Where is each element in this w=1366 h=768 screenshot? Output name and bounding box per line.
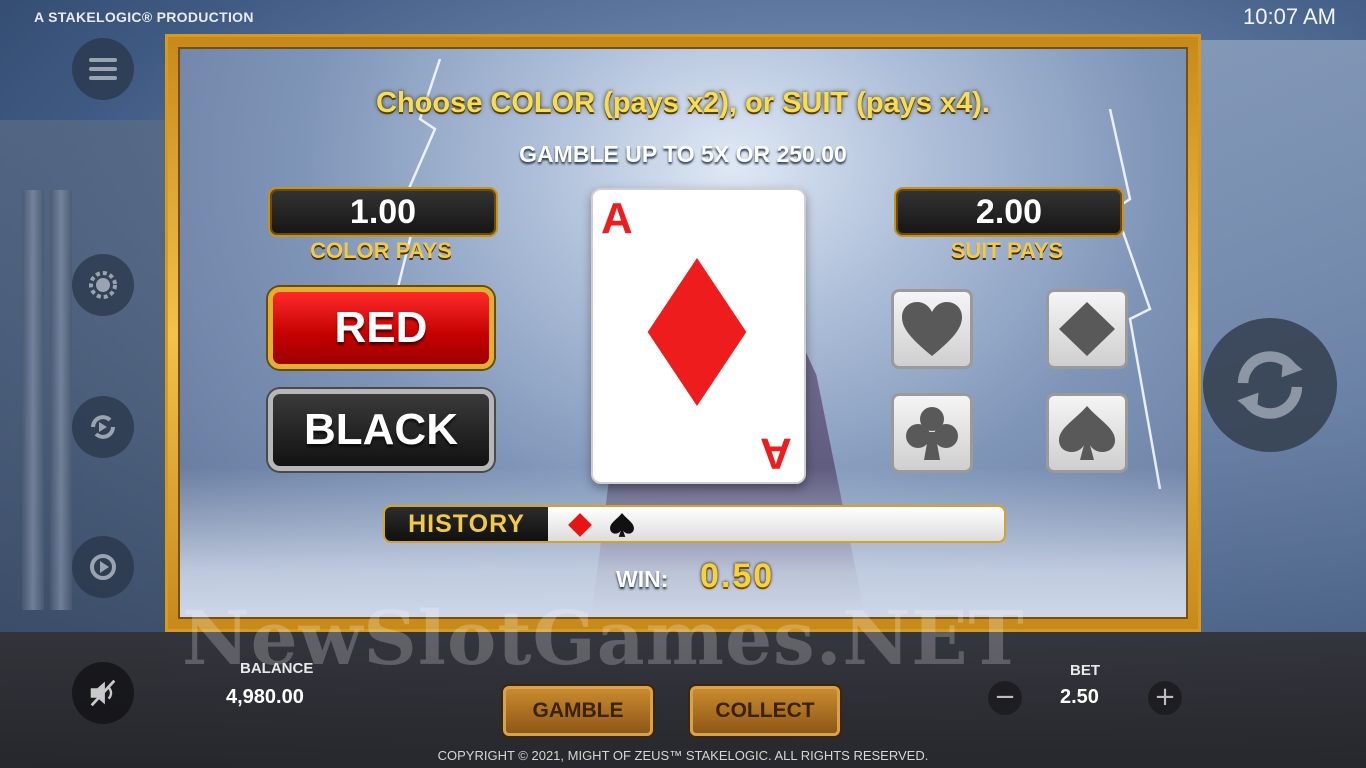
bet-label: BET	[1070, 662, 1100, 679]
diamond-icon	[1059, 302, 1115, 356]
settings-button[interactable]	[72, 254, 134, 316]
sound-toggle-button[interactable]	[72, 662, 134, 724]
heart-button[interactable]	[891, 289, 973, 369]
bet-decrease-button[interactable]: −	[988, 681, 1022, 715]
balance-label: BALANCE	[240, 660, 314, 677]
gamble-panel: Choose COLOR (pays x2), or SUIT (pays x4…	[165, 34, 1201, 632]
menu-button[interactable]	[72, 38, 134, 100]
club-button[interactable]	[891, 393, 973, 473]
hamburger-icon	[89, 58, 117, 80]
history-spade-icon	[610, 513, 634, 537]
suit-pays-label: SUIT PAYS	[950, 238, 1064, 263]
background-column	[22, 190, 44, 610]
gamble-panel-inner: Choose COLOR (pays x2), or SUIT (pays x4…	[178, 47, 1188, 619]
history-diamond-icon	[568, 513, 592, 537]
win-label: WIN:	[616, 566, 669, 592]
copyright-text: COPYRIGHT © 2021, MIGHT OF ZEUS™ STAKELO…	[437, 748, 929, 763]
history-label: HISTORY	[385, 507, 548, 541]
color-pays-value: 1.00	[268, 187, 498, 237]
balance-value: 4,980.00	[226, 686, 304, 708]
club-icon	[906, 407, 958, 460]
red-button[interactable]: RED	[268, 287, 494, 369]
collect-button[interactable]: COLLECT	[690, 686, 840, 736]
gamble-instructions: Choose COLOR (pays x2), or SUIT (pays x4…	[376, 87, 990, 119]
gamble-card: A A	[591, 188, 806, 484]
gear-icon	[89, 271, 117, 299]
card-rank-top: A	[601, 194, 633, 243]
diamond-icon	[647, 258, 747, 406]
spade-icon	[1059, 406, 1115, 460]
diamond-button[interactable]	[1046, 289, 1128, 369]
spade-button[interactable]	[1046, 393, 1128, 473]
autoplay-button[interactable]	[72, 396, 134, 458]
autoplay-icon	[91, 415, 115, 439]
brand-label: A STAKELOGIC® PRODUCTION	[34, 9, 254, 25]
color-pays-label: COLOR PAYS	[310, 238, 452, 263]
bet-value: 2.50	[1060, 686, 1099, 708]
play-circle-icon	[90, 554, 116, 580]
suit-pays-value: 2.00	[894, 187, 1124, 237]
turbo-button[interactable]	[72, 536, 134, 598]
background-column	[50, 190, 72, 610]
history-bar: HISTORY	[383, 505, 1006, 543]
win-amount: 0.50	[700, 557, 775, 595]
black-button[interactable]: BLACK	[268, 389, 494, 471]
speaker-muted-icon	[90, 679, 116, 707]
card-rank-bottom: A	[760, 429, 792, 478]
clock: 10:07 AM	[1243, 4, 1336, 29]
gamble-button[interactable]: GAMBLE	[503, 686, 653, 736]
gamble-limit: GAMBLE UP TO 5X OR 250.00	[519, 141, 847, 167]
bet-increase-button[interactable]: +	[1148, 681, 1182, 715]
spin-button[interactable]	[1203, 318, 1337, 452]
heart-icon	[902, 302, 962, 356]
spin-icon	[1237, 351, 1303, 419]
